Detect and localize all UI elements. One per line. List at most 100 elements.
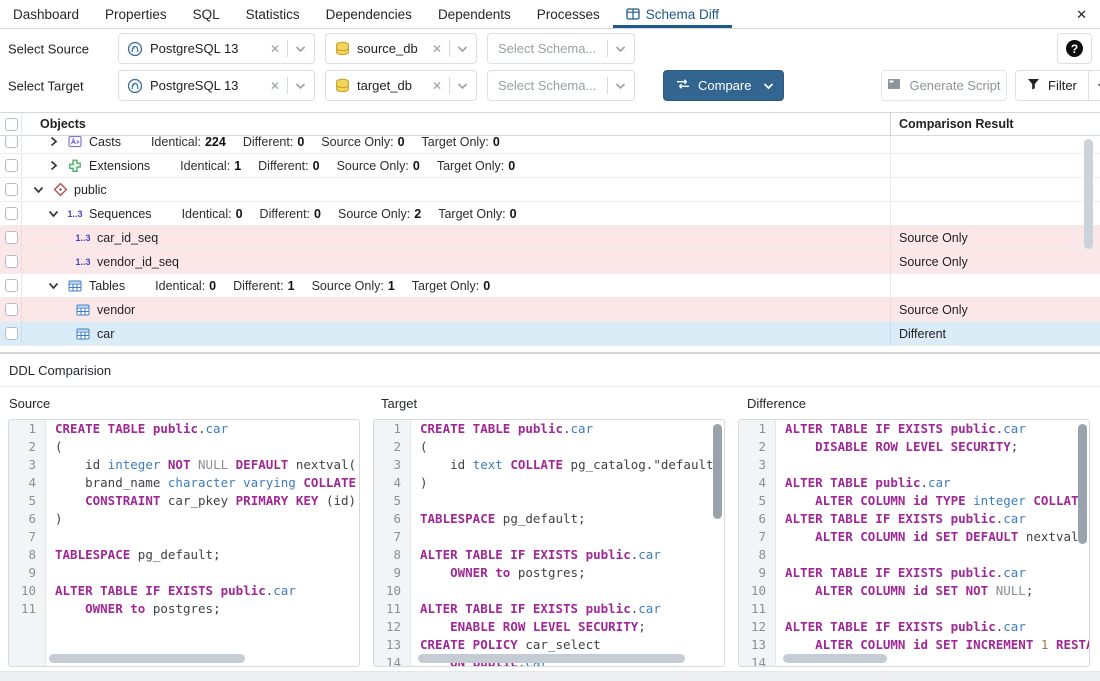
- line-number: 5: [9, 492, 45, 510]
- code-line: 5 ALTER COLUMN id TYPE integer COLLATE: [739, 492, 1089, 510]
- chevron-right-icon[interactable]: [48, 159, 61, 172]
- stat-identical: Identical:1: [180, 159, 241, 173]
- table-row-sequences[interactable]: 1..3SequencesIdentical:0Different:0Sourc…: [0, 202, 1100, 226]
- table-row-car_id_seq[interactable]: 1..3car_id_seqSource Only: [0, 226, 1100, 250]
- target-row: Select Target PostgreSQL 13 ✕ target_db …: [0, 67, 1100, 104]
- source-schema-select[interactable]: Select Schema...: [487, 33, 635, 64]
- line-number: 14: [374, 654, 410, 667]
- code-line: 7 ALTER COLUMN id SET DEFAULT nextval(': [739, 528, 1089, 546]
- tab-processes[interactable]: Processes: [524, 0, 613, 28]
- target-schema-select[interactable]: Select Schema...: [487, 70, 635, 101]
- table-row-vendor[interactable]: vendorSource Only: [0, 298, 1100, 322]
- code-line: 10ALTER TABLE IF EXISTS public.car: [9, 582, 359, 600]
- code-line: 1ALTER TABLE IF EXISTS public.car: [739, 420, 1089, 438]
- close-icon[interactable]: ✕: [1076, 8, 1087, 21]
- chevron-down-icon[interactable]: [48, 207, 61, 220]
- target-code-editor[interactable]: 1CREATE TABLE public.car2(3 id text COLL…: [373, 419, 725, 667]
- grid-body: CastsIdentical:224Different:0Source Only…: [0, 136, 1100, 352]
- tab-label: Schema Diff: [646, 7, 719, 22]
- postgresql-icon: [127, 41, 143, 57]
- clear-icon[interactable]: ✕: [270, 43, 280, 55]
- stat-targetonly: Target Only:0: [437, 159, 515, 173]
- tab-sql[interactable]: SQL: [180, 0, 233, 28]
- line-number: 9: [374, 564, 410, 582]
- comparison-result-cell: [890, 202, 1082, 225]
- help-button[interactable]: ?: [1057, 33, 1092, 64]
- tab-properties[interactable]: Properties: [92, 0, 180, 28]
- source-server-select[interactable]: PostgreSQL 13 ✕: [118, 33, 315, 64]
- tab-label: SQL: [193, 7, 220, 22]
- line-number: 1: [9, 420, 45, 438]
- line-number: 1: [374, 420, 410, 438]
- chevron-down-icon[interactable]: [615, 45, 626, 53]
- tab-label: Dependents: [438, 7, 511, 22]
- difference-code-editor[interactable]: 1ALTER TABLE IF EXISTS public.car2 DISAB…: [738, 419, 1090, 667]
- horizontal-scrollbar[interactable]: [783, 654, 887, 663]
- line-number: 13: [374, 636, 410, 654]
- row-checkbox[interactable]: [5, 136, 18, 148]
- generate-script-button[interactable]: Generate Script: [881, 70, 1007, 101]
- chevron-down-icon[interactable]: [457, 82, 468, 90]
- row-checkbox[interactable]: [5, 159, 18, 172]
- filter-button[interactable]: Filter: [1015, 70, 1100, 101]
- horizontal-scrollbar[interactable]: [49, 654, 245, 663]
- chevron-down-icon[interactable]: [48, 279, 61, 292]
- target-server-select[interactable]: PostgreSQL 13 ✕: [118, 70, 315, 101]
- table-row-car[interactable]: carDifferent: [0, 322, 1100, 346]
- table-row-vendor_id_seq[interactable]: 1..3vendor_id_seqSource Only: [0, 250, 1100, 274]
- line-number: 8: [739, 546, 775, 564]
- row-label: Sequences: [89, 207, 152, 221]
- tab-statistics[interactable]: Statistics: [233, 0, 313, 28]
- chevron-right-icon[interactable]: [48, 136, 61, 148]
- tab-dashboard[interactable]: Dashboard: [0, 0, 92, 28]
- table-row-tables[interactable]: TablesIdentical:0Different:1Source Only:…: [0, 274, 1100, 298]
- grid-vertical-scrollbar[interactable]: [1084, 139, 1093, 249]
- chevron-down-icon[interactable]: [33, 183, 46, 196]
- tab-dependencies[interactable]: Dependencies: [313, 0, 425, 28]
- chevron-down-icon[interactable]: [1088, 71, 1100, 100]
- ddl-comparison-section: DDL Comparision Source Target Difference…: [0, 353, 1100, 681]
- stat-targetonly: Target Only:0: [438, 207, 516, 221]
- clear-icon[interactable]: ✕: [432, 80, 442, 92]
- tab-schema-diff[interactable]: Schema Diff: [613, 0, 732, 28]
- code-line: 7: [9, 528, 359, 546]
- chevron-down-icon[interactable]: [457, 45, 468, 53]
- tab-dependents[interactable]: Dependents: [425, 0, 524, 28]
- horizontal-scrollbar[interactable]: [418, 654, 685, 663]
- vertical-scrollbar[interactable]: [1078, 424, 1087, 544]
- clear-icon[interactable]: ✕: [270, 80, 280, 92]
- chevron-down-icon[interactable]: [295, 82, 306, 90]
- row-checkbox[interactable]: [5, 231, 18, 244]
- line-number: 6: [9, 510, 45, 528]
- compare-label: Compare: [698, 78, 751, 93]
- chevron-down-icon[interactable]: [759, 82, 783, 90]
- compare-button[interactable]: Compare: [663, 70, 784, 101]
- row-checkbox[interactable]: [5, 279, 18, 292]
- comparison-result-cell: Source Only: [890, 226, 1082, 249]
- row-checkbox[interactable]: [5, 207, 18, 220]
- source-database-select[interactable]: source_db ✕: [325, 33, 477, 64]
- filter-label: Filter: [1048, 78, 1077, 93]
- line-number: 6: [374, 510, 410, 528]
- database-icon: [334, 41, 350, 56]
- code-line: 3 id integer NOT NULL DEFAULT nextval(': [9, 456, 359, 474]
- comparison-result-cell: [890, 274, 1082, 297]
- row-checkbox[interactable]: [5, 183, 18, 196]
- code-line: 2 DISABLE ROW LEVEL SECURITY;: [739, 438, 1089, 456]
- row-checkbox[interactable]: [5, 327, 18, 340]
- vertical-scrollbar[interactable]: [713, 424, 722, 519]
- select-all-checkbox[interactable]: [5, 118, 18, 131]
- sequences-icon: 1..3: [67, 209, 83, 219]
- clear-icon[interactable]: ✕: [432, 43, 442, 55]
- line-number: 2: [739, 438, 775, 456]
- table-row-casts[interactable]: CastsIdentical:224Different:0Source Only…: [0, 136, 1100, 154]
- chevron-down-icon[interactable]: [295, 45, 306, 53]
- chevron-down-icon[interactable]: [615, 82, 626, 90]
- row-checkbox[interactable]: [5, 255, 18, 268]
- stat-different: Different:0: [243, 136, 304, 149]
- target-database-select[interactable]: target_db ✕: [325, 70, 477, 101]
- table-row-public[interactable]: public: [0, 178, 1100, 202]
- table-row-extensions[interactable]: ExtensionsIdentical:1Different:0Source O…: [0, 154, 1100, 178]
- row-checkbox[interactable]: [5, 303, 18, 316]
- source-code-editor[interactable]: 1CREATE TABLE public.car2(3 id integer N…: [8, 419, 360, 667]
